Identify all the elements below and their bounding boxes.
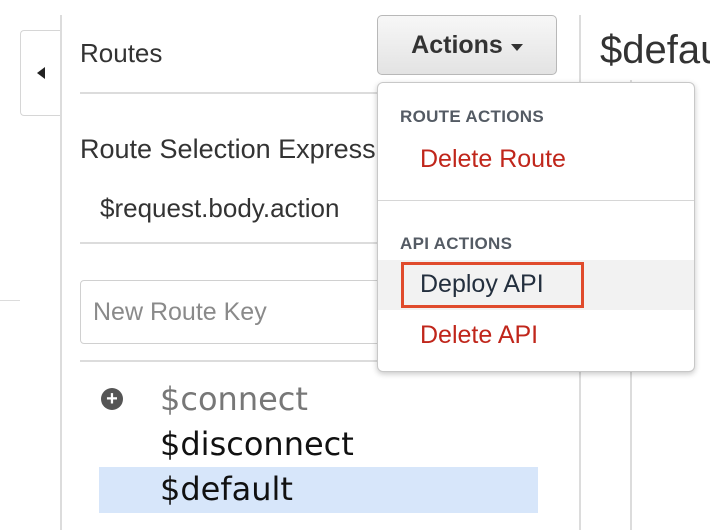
new-route-key-field[interactable] [80,280,400,344]
route-item-disconnect[interactable]: $disconnect [160,425,354,463]
route-selection-expression-value[interactable]: $request.body.action [100,193,339,224]
route-actions-header: ROUTE ACTIONS [400,107,544,126]
route-item-connect[interactable]: $connect [160,380,308,418]
deploy-api-label: Deploy API [420,270,544,298]
caret-down-icon [510,43,523,51]
plus-circle-icon[interactable]: + [101,388,123,410]
menu-separator [378,200,694,201]
delete-api-menu-item[interactable]: Delete API [378,311,694,361]
api-actions-header: API ACTIONS [400,234,513,253]
routes-title: Routes [80,38,163,68]
new-route-key-input[interactable] [81,281,399,343]
actions-dropdown-menu: ROUTE ACTIONS Delete Route API ACTIONS D… [377,82,695,372]
delete-route-label: Delete Route [420,145,566,173]
actions-button-label: Actions [411,30,503,59]
route-selection-expression-label: Route Selection Expression [80,134,412,164]
delete-api-label: Delete API [420,321,539,349]
outer-separator [0,300,20,301]
route-item-default[interactable]: $default [160,470,293,508]
collapse-sidebar-button[interactable] [20,30,60,116]
actions-button[interactable]: Actions [377,15,557,75]
delete-route-menu-item[interactable]: Delete Route [378,135,694,185]
deploy-api-menu-item[interactable]: Deploy API [378,260,694,310]
left-divider [60,15,62,530]
chevron-left-icon [36,67,45,79]
route-detail-title: $default [600,28,710,72]
